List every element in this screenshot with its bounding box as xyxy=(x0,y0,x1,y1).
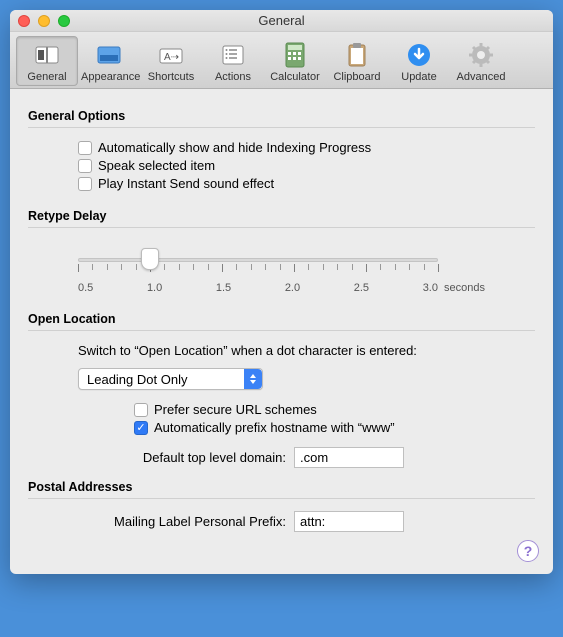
tld-label: Default top level domain: xyxy=(116,450,286,465)
divider xyxy=(28,227,535,228)
open-location-prompt: Switch to “Open Location” when a dot cha… xyxy=(78,343,535,358)
tab-appearance[interactable]: Appearance xyxy=(78,36,140,86)
maximize-icon[interactable] xyxy=(58,15,70,27)
slider-thumb[interactable] xyxy=(141,248,159,270)
prefix-label: Mailing Label Personal Prefix: xyxy=(78,514,286,529)
shortcuts-icon: A⇢ xyxy=(143,41,199,69)
checkbox-speak-selected[interactable]: Speak selected item xyxy=(78,158,535,173)
switch-icon xyxy=(19,41,75,69)
divider xyxy=(28,330,535,331)
svg-text:A⇢: A⇢ xyxy=(164,52,179,63)
tab-actions[interactable]: Actions xyxy=(202,36,264,86)
preferences-window: General General Appearance A⇢ Shortcuts … xyxy=(10,10,553,574)
close-icon[interactable] xyxy=(18,15,30,27)
section-general-options: General Options xyxy=(28,109,535,123)
prefix-input[interactable] xyxy=(294,511,404,532)
preferences-toolbar: General Appearance A⇢ Shortcuts Actions … xyxy=(10,32,553,89)
window-title: General xyxy=(258,13,304,28)
checkbox-icon xyxy=(78,177,92,191)
retype-delay-slider[interactable] xyxy=(78,250,438,280)
minimize-icon[interactable] xyxy=(38,15,50,27)
section-open-location: Open Location xyxy=(28,312,535,326)
content-area: General Options Automatically show and h… xyxy=(10,89,553,574)
section-postal-addresses: Postal Addresses xyxy=(28,480,535,494)
checkbox-instant-send-sound[interactable]: Play Instant Send sound effect xyxy=(78,176,535,191)
tab-general[interactable]: General xyxy=(16,36,78,86)
checkbox-auto-www[interactable]: ✓ Automatically prefix hostname with “ww… xyxy=(134,420,535,435)
tab-shortcuts[interactable]: A⇢ Shortcuts xyxy=(140,36,202,86)
checkbox-icon xyxy=(78,159,92,173)
calculator-icon xyxy=(267,41,323,69)
tld-input[interactable] xyxy=(294,447,404,468)
slider-labels: 0.5 1.0 1.5 2.0 2.5 3.0 xyxy=(78,282,438,294)
checkbox-indexing-progress[interactable]: Automatically show and hide Indexing Pro… xyxy=(78,140,535,155)
clipboard-icon xyxy=(329,41,385,69)
help-button[interactable]: ? xyxy=(517,540,539,562)
gear-icon xyxy=(453,41,509,69)
tab-update[interactable]: Update xyxy=(388,36,450,86)
slider-unit: seconds xyxy=(444,282,485,294)
dot-trigger-select[interactable]: Leading Dot Only xyxy=(78,368,263,390)
chevron-updown-icon xyxy=(244,369,262,389)
appearance-icon xyxy=(81,41,137,69)
checkbox-prefer-secure[interactable]: Prefer secure URL schemes xyxy=(134,402,535,417)
checkbox-icon xyxy=(134,403,148,417)
section-retype-delay: Retype Delay xyxy=(28,209,535,223)
actions-icon xyxy=(205,41,261,69)
divider xyxy=(28,127,535,128)
checkbox-icon: ✓ xyxy=(134,421,148,435)
checkbox-icon xyxy=(78,141,92,155)
tab-clipboard[interactable]: Clipboard xyxy=(326,36,388,86)
tab-advanced[interactable]: Advanced xyxy=(450,36,512,86)
update-icon xyxy=(391,41,447,69)
divider xyxy=(28,498,535,499)
titlebar: General xyxy=(10,10,553,32)
tab-calculator[interactable]: Calculator xyxy=(264,36,326,86)
window-controls xyxy=(18,15,70,27)
